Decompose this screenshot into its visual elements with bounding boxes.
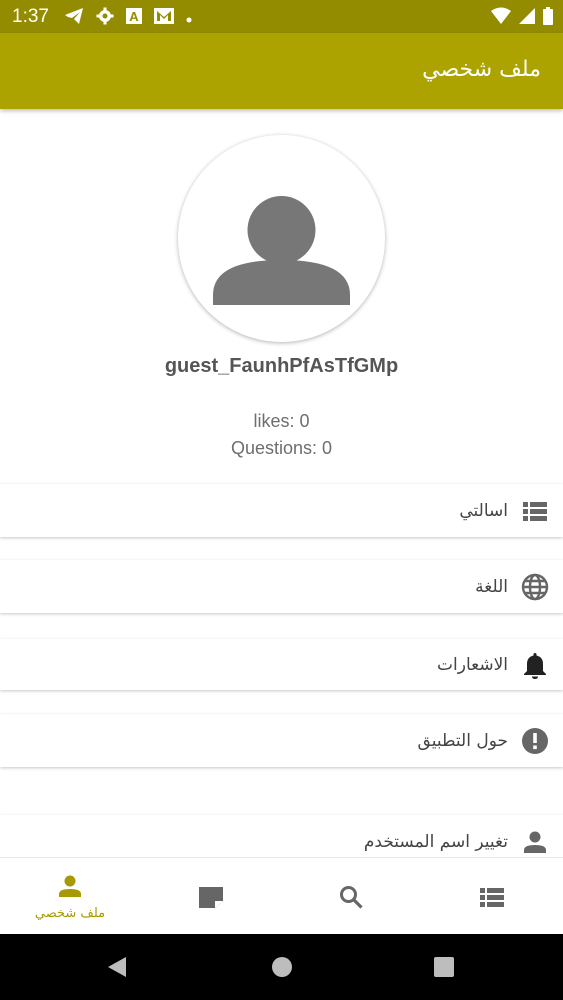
avatar-person-icon — [213, 196, 350, 305]
settings-icon — [96, 7, 114, 30]
bottom-navigation: ملف شخصي — [0, 857, 563, 934]
nav-tab-list[interactable] — [422, 858, 562, 935]
menu-item-change-username[interactable]: تغيير اسم المستخدم — [0, 815, 563, 857]
menu-item-label: تغيير اسم المستخدم — [363, 831, 508, 852]
back-icon[interactable] — [106, 956, 128, 983]
info-icon — [521, 727, 549, 755]
menu-item-label: حول التطبيق — [417, 730, 508, 751]
nav-tab-notes[interactable] — [141, 858, 281, 935]
list-icon — [521, 497, 549, 525]
status-time: 1:37 — [12, 6, 49, 27]
nav-tab-search[interactable] — [281, 858, 421, 935]
page-title: ملف شخصي — [422, 57, 541, 82]
gmail-icon — [154, 8, 174, 29]
username: guest_FaunhPfAsTfGMp — [164, 355, 399, 377]
menu-item-label: اللغة — [475, 576, 508, 597]
avatar[interactable] — [178, 135, 385, 342]
menu-item-label: اسالتي — [459, 500, 508, 521]
globe-icon — [521, 573, 549, 601]
menu-item-my-questions[interactable]: اسالتي — [0, 484, 563, 537]
wifi-icon — [491, 7, 511, 30]
nav-tab-profile-label: ملف شخصي — [34, 906, 106, 921]
dot-icon — [186, 10, 192, 28]
svg-text:A: A — [129, 9, 139, 24]
signal-icon — [519, 7, 535, 30]
profile-content[interactable]: guest_FaunhPfAsTfGMp likes: 0 Questions:… — [0, 109, 563, 857]
profile-icon — [58, 874, 82, 903]
menu-item-about[interactable]: حول التطبيق — [0, 714, 563, 767]
telegram-icon — [64, 7, 84, 30]
menu-item-notifications[interactable]: الاشعارات — [0, 639, 563, 690]
notification-icons: A — [64, 7, 192, 30]
likes-count: likes: 0 — [253, 411, 310, 431]
system-navigation-bar — [0, 934, 563, 1000]
person-icon — [521, 828, 549, 856]
font-a-icon: A — [126, 8, 142, 29]
status-bar: 1:37 A — [0, 0, 563, 33]
battery-icon — [543, 7, 553, 30]
menu-item-language[interactable]: اللغة — [0, 560, 563, 613]
note-icon — [197, 885, 225, 914]
recents-icon[interactable] — [433, 956, 455, 983]
home-icon[interactable] — [271, 956, 293, 983]
menu-item-label: الاشعارات — [437, 654, 508, 675]
app-bar: ملف شخصي — [0, 33, 563, 109]
nav-tab-profile[interactable]: ملف شخصي — [0, 858, 140, 935]
system-icons — [491, 7, 553, 30]
list-icon — [480, 887, 504, 912]
bell-icon — [521, 651, 549, 679]
questions-count: Questions: 0 — [230, 438, 333, 458]
search-icon — [339, 885, 363, 914]
